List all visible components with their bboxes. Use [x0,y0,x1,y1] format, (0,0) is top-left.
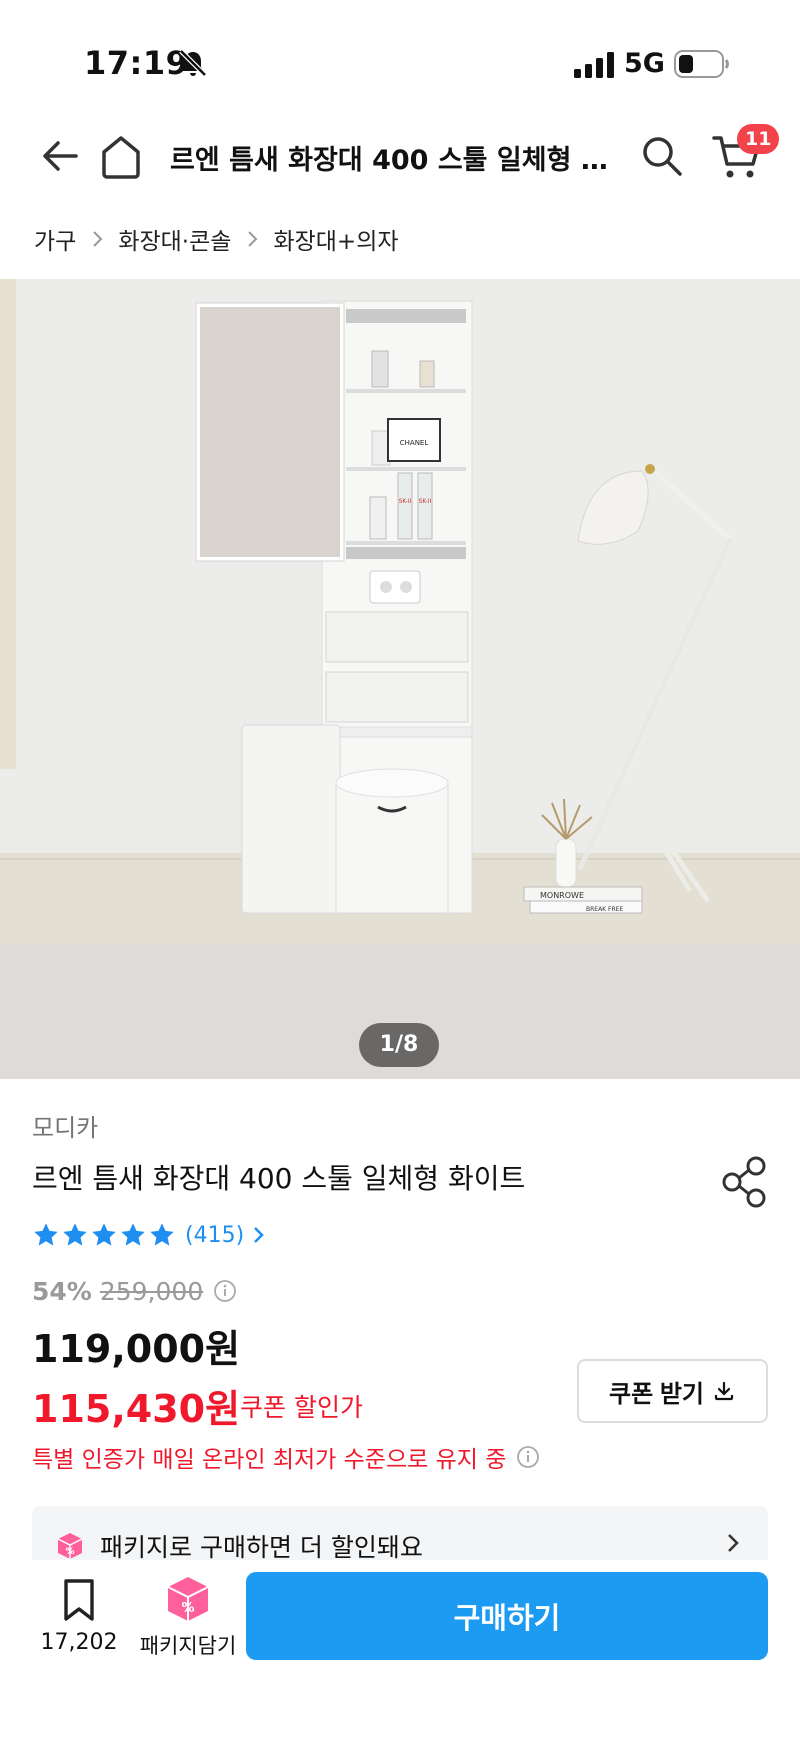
search-icon[interactable] [640,134,684,178]
get-coupon-button[interactable]: 쿠폰 받기 [577,1359,768,1423]
wishlist-count: 17,202 [40,1630,118,1655]
brand-name[interactable]: 모디카 [32,1108,98,1143]
svg-text:%: % [65,1547,74,1557]
nav-header: 르엔 틈새 화장대 400 스툴 일체형 화이트 [0,120,800,192]
info-icon[interactable] [213,1279,237,1303]
package-banner-text: 패키지로 구매하면 더 할인돼요 [100,1533,423,1562]
coupon-price: 115,430원 [32,1387,241,1431]
lowest-price-text: 특별 인증가 매일 온라인 최저가 수준으로 유지 중 [32,1447,507,1473]
product-name: 르엔 틈새 화장대 400 스툴 일체형 화이트 [32,1162,526,1195]
bottom-action-bar: 17,202 % 패키지담기 구매하기 [0,1560,800,1740]
download-icon [714,1381,734,1401]
signal-icon [574,52,614,78]
status-time: 17:19 [84,44,189,82]
package-icon: % [167,1577,209,1621]
home-icon[interactable] [98,132,144,180]
hero-text-chanel: CHANEL [400,439,429,447]
product-photo: CHANEL SK-II SK-II MONROWE BREAK FREE [0,279,800,1079]
share-icon[interactable] [720,1155,770,1209]
add-package-button[interactable]: % 패키지담기 [136,1574,240,1668]
back-arrow-icon[interactable] [38,134,82,178]
chevron-right-icon [728,1534,739,1552]
buy-button[interactable]: 구매하기 [246,1572,768,1660]
info-icon[interactable] [516,1445,540,1469]
svg-text:%: % [181,1601,194,1616]
product-image[interactable]: CHANEL SK-II SK-II MONROWE BREAK FREE [0,279,800,1079]
star-icon [63,1223,87,1246]
star-icon [121,1223,145,1246]
star-icon [92,1223,116,1246]
review-count[interactable]: (415) [185,1223,244,1248]
hero-text-book-2: BREAK FREE [586,906,623,913]
bell-slash-icon [179,49,207,77]
sale-price: 119,000원 [32,1327,241,1371]
discount-rate: 54% [32,1276,92,1306]
breadcrumb-item-vanity-chair[interactable]: 화장대+의자 [273,222,398,256]
cart-badge: 11 [737,124,780,154]
network-label: 5G [624,48,665,79]
coupon-price-label: 쿠폰 할인가 [240,1393,363,1422]
breadcrumb-item-furniture[interactable]: 가구 [34,222,76,256]
chevron-right-icon [248,231,258,247]
breadcrumb: 가구 화장대·콘솔 화장대+의자 [34,222,399,256]
lowest-price-notice: 특별 인증가 매일 온라인 최저가 수준으로 유지 중 [32,1440,540,1474]
status-bar: 17:19 5G [0,0,800,120]
star-icon [150,1223,174,1246]
battery-icon [674,50,729,78]
chevron-right-icon [93,231,103,247]
hero-text-book-1: MONROWE [540,891,584,900]
nav-title: 르엔 틈새 화장대 400 스툴 일체형 화이트 [170,145,610,176]
original-price: 259,000 [99,1276,204,1306]
image-counter: 1/8 [359,1023,439,1067]
get-coupon-label: 쿠폰 받기 [609,1380,704,1408]
add-package-label: 패키지담기 [139,1634,237,1658]
chevron-right-icon [254,1227,264,1243]
breadcrumb-item-vanity-console[interactable]: 화장대·콘솔 [118,222,231,256]
bookmark-icon [64,1579,94,1621]
star-icon [34,1223,58,1246]
hero-text-sk-2: SK-II [419,498,432,505]
wishlist-button[interactable]: 17,202 [38,1578,120,1668]
package-icon: % [57,1533,83,1559]
hero-text-sk-1: SK-II [399,498,412,505]
discount-row: 54% 259,000 [32,1275,237,1307]
rating[interactable]: (415) [32,1218,268,1252]
